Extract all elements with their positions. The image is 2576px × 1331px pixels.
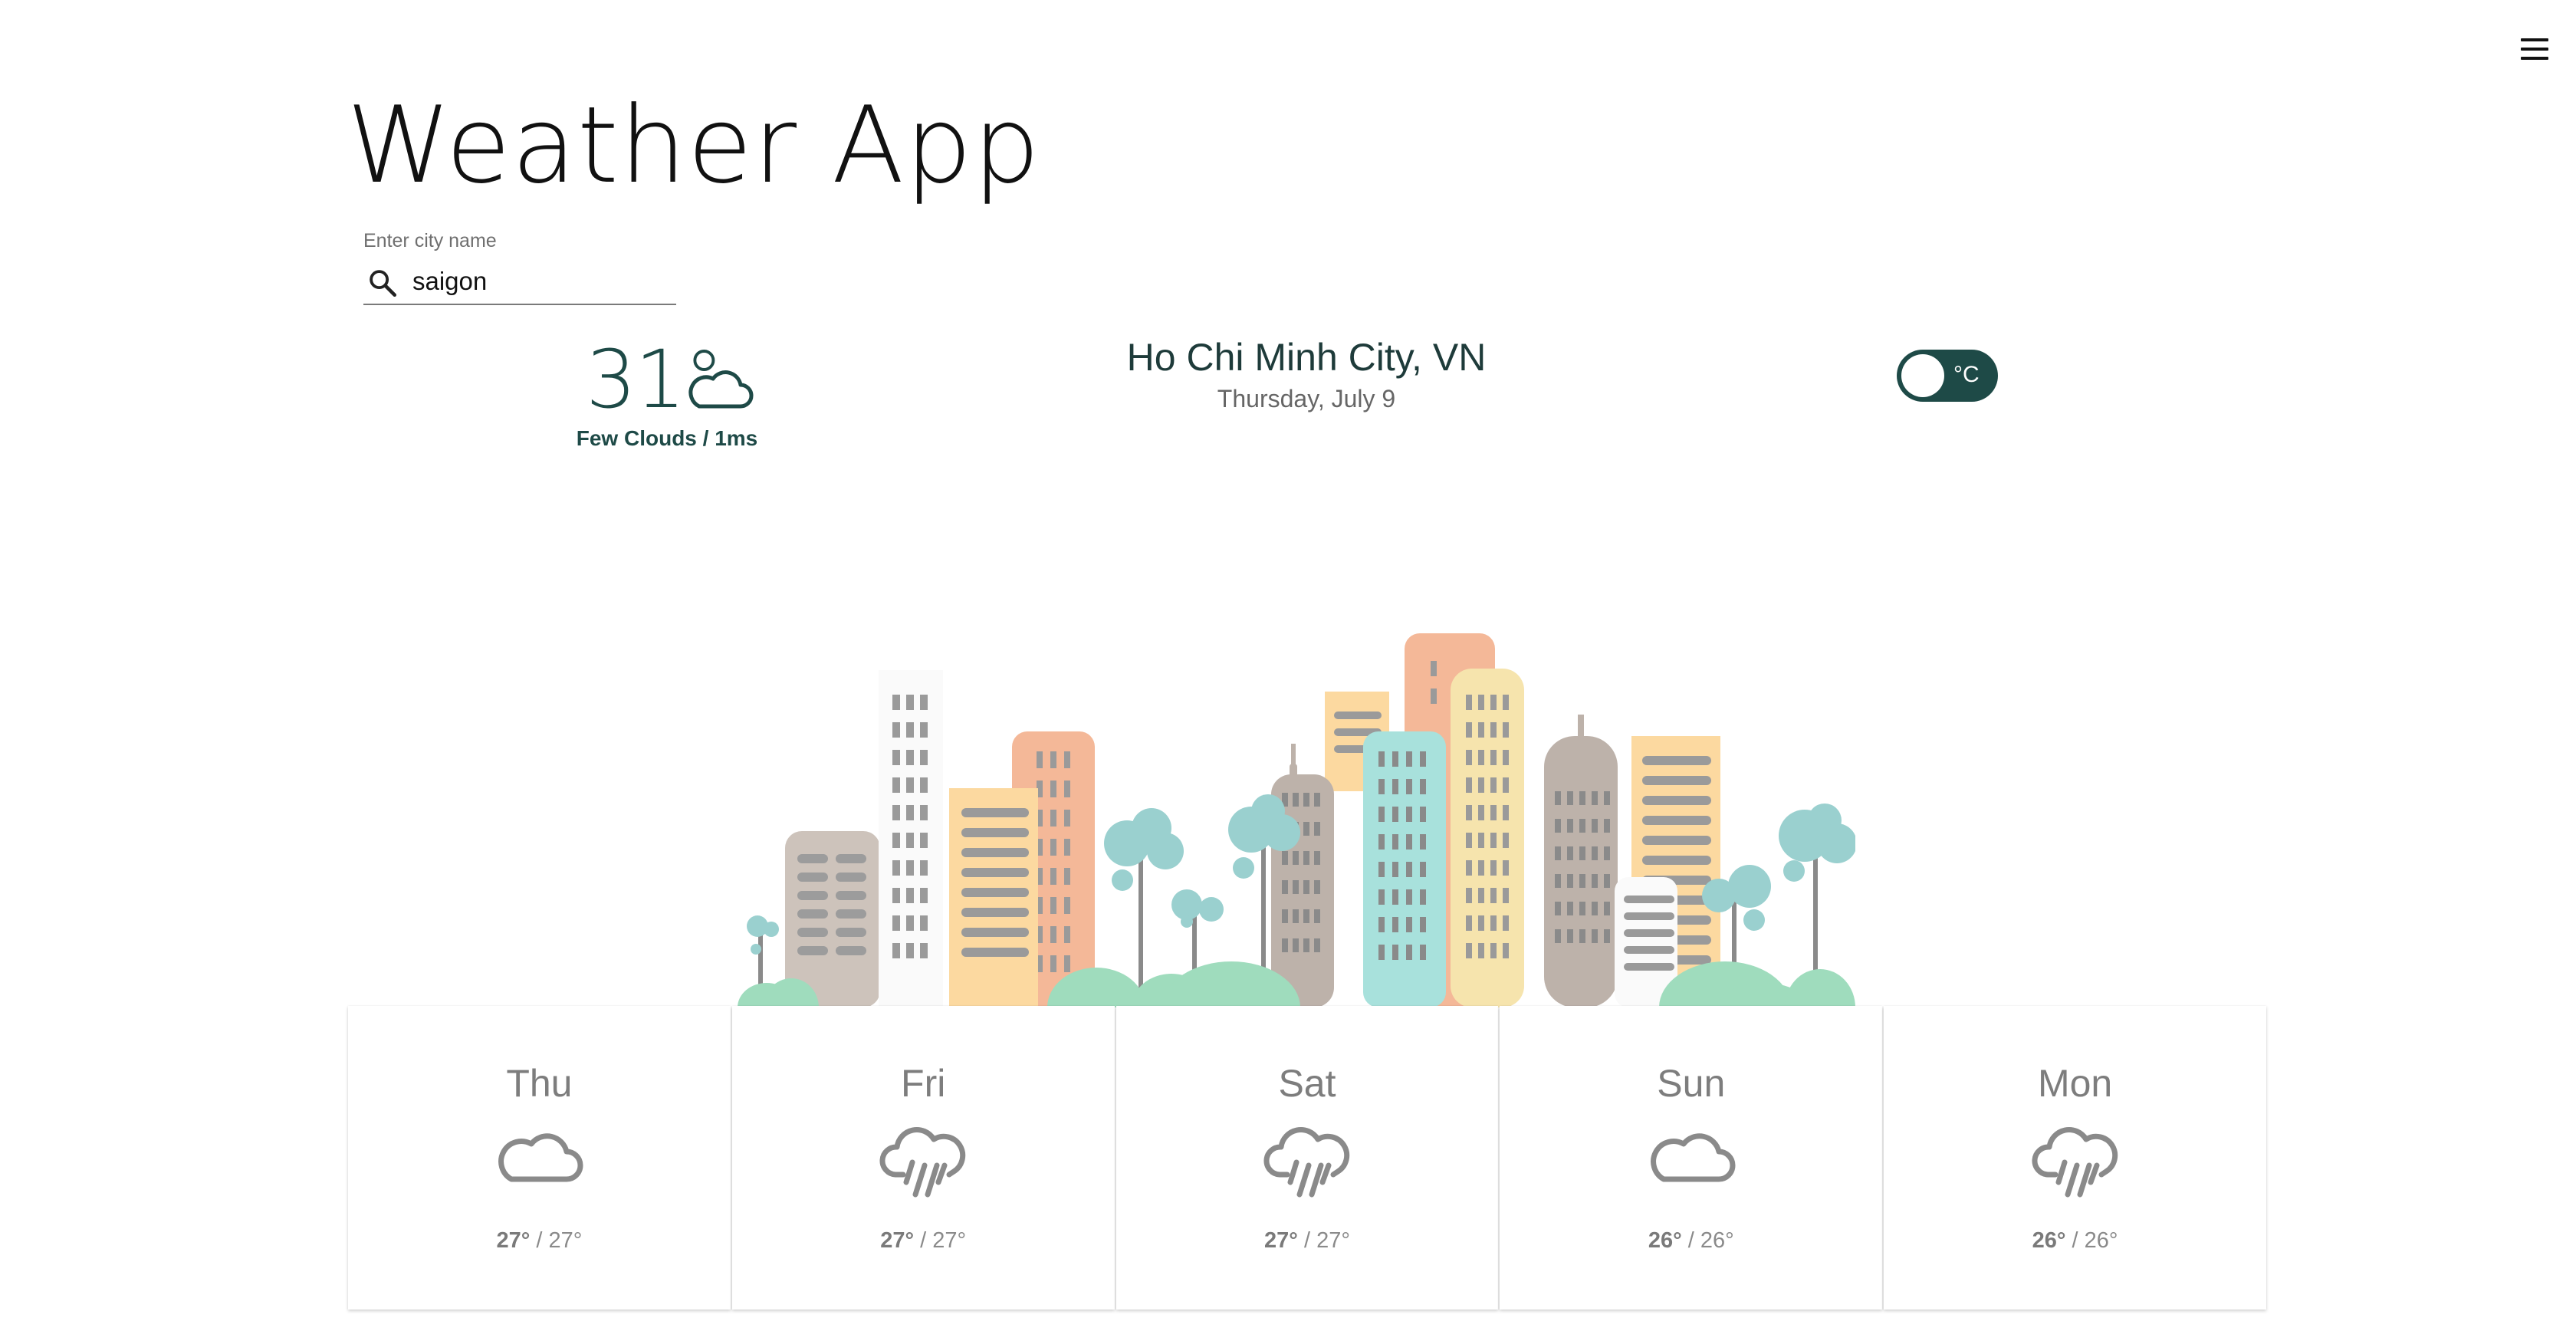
forecast-low: 27° [1316, 1228, 1350, 1253]
cloud-icon [688, 370, 754, 409]
forecast-high: 27° [880, 1228, 915, 1253]
search-row[interactable] [363, 261, 676, 305]
current-weather: 31° Few Clouds / 1ms [567, 337, 767, 460]
search-input[interactable] [412, 264, 665, 299]
forecast-day-card[interactable]: Fri 27° / 27° [731, 1006, 1115, 1310]
forecast-day-name: Mon [2037, 1062, 2113, 1105]
rain-icon [2032, 1127, 2118, 1198]
current-date: Thursday, July 9 [1217, 385, 1396, 412]
forecast-day-name: Thu [506, 1062, 573, 1105]
forecast-low: 27° [548, 1228, 583, 1253]
current-condition: Few Clouds / 1ms [576, 426, 758, 450]
location-block: Ho Chi Minh City, VN Thursday, July 9 [997, 334, 1616, 416]
forecast-day-name: Sat [1278, 1062, 1336, 1105]
forecast-day-card[interactable]: Sun 26° / 26° [1500, 1006, 1883, 1310]
app-title: Weather App [347, 84, 1041, 207]
forecast-temps: 26° / 26° [1648, 1228, 1734, 1253]
forecast-temps: 26° / 26° [2032, 1228, 2118, 1253]
forecast-day-name: Sun [1657, 1062, 1726, 1105]
forecast-low: 27° [932, 1228, 967, 1253]
cloud-icon [1650, 1133, 1736, 1182]
city-skyline-illustration [738, 633, 1855, 1007]
forecast-day-card[interactable]: Thu 27° / 27° [348, 1006, 731, 1310]
forecast-day-card[interactable]: Sat 27° / 27° [1116, 1006, 1499, 1310]
forecast-day-card[interactable]: Mon 26° / 26° [1884, 1006, 2266, 1310]
rain-icon [1263, 1127, 1350, 1198]
forecast-temps: 27° / 27° [880, 1228, 967, 1253]
forecast-high: 27° [496, 1228, 531, 1253]
rain-icon [879, 1127, 966, 1198]
hamburger-menu-icon[interactable] [2518, 35, 2551, 63]
forecast-low: 26° [2084, 1228, 2118, 1253]
city-name: Ho Chi Minh City, VN [1126, 336, 1487, 379]
toggle-knob [1901, 354, 1944, 397]
city-search-field[interactable]: Enter city name [363, 230, 676, 307]
forecast-high: 26° [1648, 1228, 1682, 1253]
forecast-day-name: Fri [901, 1062, 946, 1105]
unit-label: °C [1953, 362, 1980, 387]
search-label: Enter city name [363, 230, 497, 251]
forecast-temps: 27° / 27° [496, 1228, 583, 1253]
unit-toggle-switch[interactable]: °C [1897, 350, 1998, 402]
forecast-high: 27° [1264, 1228, 1298, 1253]
search-icon [370, 270, 397, 297]
cloud-icon [498, 1133, 583, 1182]
forecast-low: 26° [1700, 1228, 1734, 1253]
forecast-temps: 27° / 27° [1264, 1228, 1350, 1253]
forecast-high: 26° [2032, 1228, 2066, 1253]
forecast-list: Thu 27° / 27° Fri 27° / 27° Sat 27° / 27… [348, 1006, 2266, 1310]
weather-app-page: Weather App Enter city name 31° Few Clou… [0, 0, 2576, 1331]
